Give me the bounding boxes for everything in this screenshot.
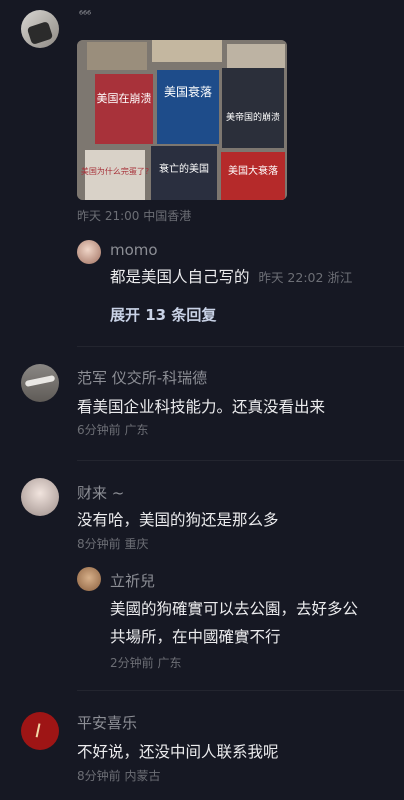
comment-meta: 8分钟前 内蒙古 — [77, 769, 161, 783]
commenter-name[interactable]: 财来 ~ — [77, 482, 124, 503]
svg-text:美国大衰落: 美国大衰落 — [228, 164, 278, 177]
comment-meta: 6分钟前 广东 — [77, 423, 149, 437]
avatar[interactable] — [21, 712, 59, 750]
avatar[interactable] — [21, 478, 59, 516]
svg-text:美国在崩溃: 美国在崩溃 — [97, 91, 152, 105]
divider — [77, 690, 404, 691]
comment-text[interactable]: 没有哈，美国的狗还是那么多 — [77, 507, 279, 533]
comment-meta: 2分钟前 广东 — [110, 656, 182, 670]
commenter-name[interactable]: ⁶⁶⁶ — [79, 10, 91, 21]
divider — [77, 346, 404, 347]
comment-text-line: 美國的狗確實可以去公園，去好多公 — [110, 600, 359, 618]
comment-image[interactable]: 美国在崩溃 美国衰落 美帝国的崩溃 美国为什么完蛋了? 衰亡的美国 美国大衰落 — [77, 40, 287, 200]
comment-text[interactable]: 不好说，还没中间人联系我呢 — [77, 739, 279, 765]
comment-text[interactable]: 都是美国人自己写的 昨天 22:02 浙江 — [110, 264, 352, 291]
commenter-name[interactable]: 范军 仪交所-科瑞德 — [77, 367, 207, 388]
comment-text[interactable]: 美國的狗確實可以去公園，去好多公 共場所，在中國確實不行 — [110, 596, 404, 650]
svg-text:美国衰落: 美国衰落 — [164, 84, 212, 99]
commenter-name[interactable]: 立祈兒 — [110, 570, 155, 591]
avatar[interactable] — [77, 567, 101, 591]
comment-meta: 昨天 22:02 浙江 — [258, 270, 353, 285]
commenter-name[interactable]: momo — [110, 241, 158, 259]
books-photo-icon: 美国在崩溃 美国衰落 美帝国的崩溃 美国为什么完蛋了? 衰亡的美国 美国大衰落 — [77, 40, 287, 200]
commenter-name[interactable]: 平安喜乐 — [77, 712, 137, 733]
comment-text-line: 共場所，在中國確實不行 — [110, 628, 281, 646]
comment-text[interactable]: 看美国企业科技能力。还真没看出来 — [77, 394, 325, 420]
expand-replies-button[interactable]: 展开 13 条回复 — [110, 304, 216, 325]
avatar[interactable] — [77, 240, 101, 264]
divider — [77, 460, 404, 461]
comment-meta: 昨天 21:00 中国香港 — [77, 209, 192, 223]
svg-text:衰亡的美国: 衰亡的美国 — [159, 162, 209, 175]
avatar[interactable] — [21, 10, 59, 48]
avatar[interactable] — [21, 364, 59, 402]
svg-text:美帝国的崩溃: 美帝国的崩溃 — [226, 111, 280, 123]
comment-text-body: 都是美国人自己写的 — [110, 268, 250, 286]
svg-text:美国为什么完蛋了?: 美国为什么完蛋了? — [81, 166, 149, 176]
comment-meta: 8分钟前 重庆 — [77, 537, 149, 551]
